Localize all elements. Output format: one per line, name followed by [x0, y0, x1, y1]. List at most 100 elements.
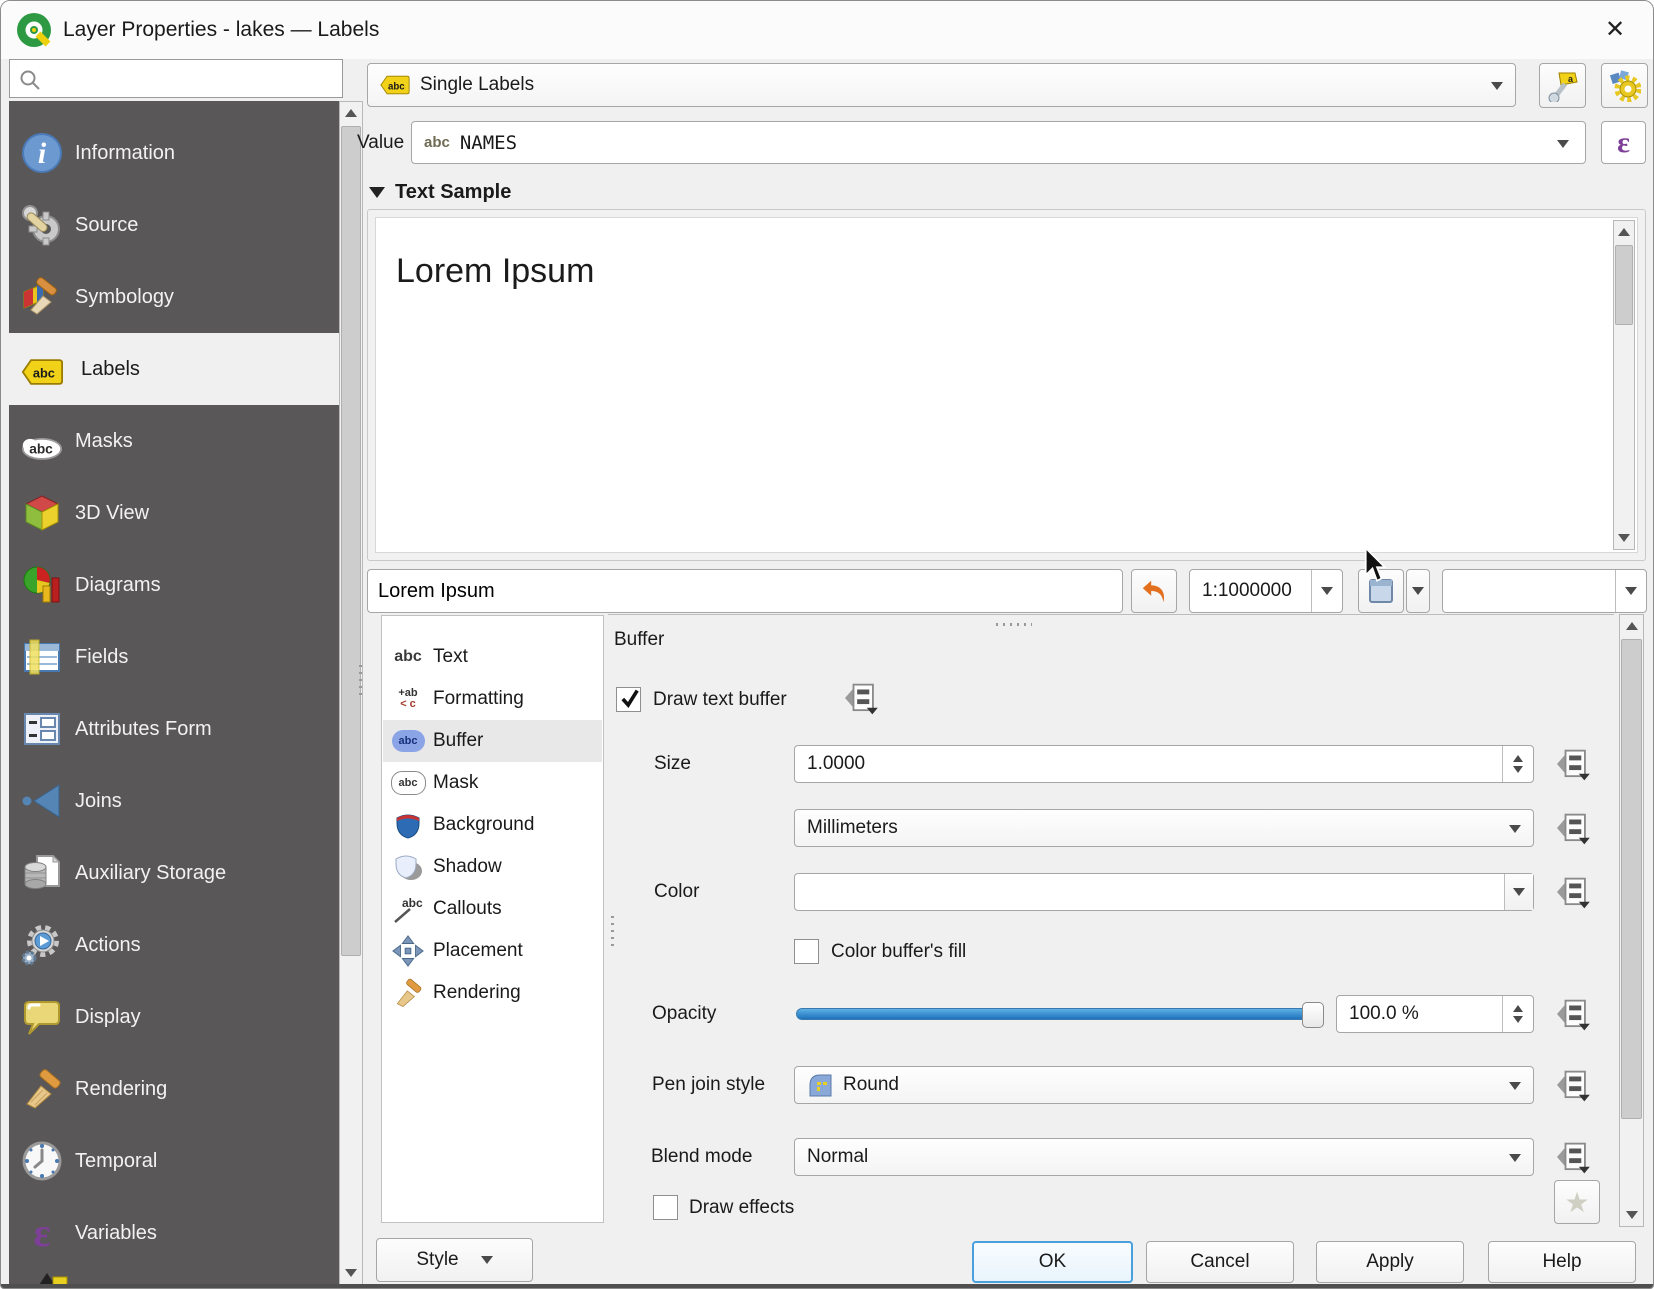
- preview-background-combo[interactable]: [1442, 569, 1647, 613]
- sidebar-item-symbology[interactable]: Symbology: [9, 261, 339, 333]
- single-labels-icon: abc: [380, 75, 410, 95]
- tab-formatting[interactable]: +ab < c Formatting: [383, 678, 602, 720]
- sidebar-item-masks[interactable]: abc Masks: [9, 405, 339, 477]
- text-field-type-icon: abc: [424, 134, 450, 151]
- color-buffers-fill-checkbox[interactable]: [794, 939, 819, 964]
- panel-scroll-down-icon[interactable]: [1620, 1204, 1643, 1226]
- label-settings-button[interactable]: a: [1539, 63, 1586, 108]
- tab-text[interactable]: abc Text: [383, 636, 602, 678]
- sidebar-scrollbar-thumb[interactable]: [341, 126, 361, 956]
- preview-scrollbar-thumb[interactable]: [1615, 245, 1633, 325]
- background-dropdown-section[interactable]: [1615, 570, 1646, 612]
- search-input[interactable]: [44, 62, 338, 95]
- information-icon: i: [22, 133, 62, 173]
- opacity-slider-handle[interactable]: [1302, 1002, 1324, 1028]
- size-units-combo[interactable]: Millimeters: [794, 809, 1534, 847]
- attributes-form-icon: [24, 713, 60, 745]
- data-defined-override-icon[interactable]: [840, 681, 884, 715]
- sidebar-search[interactable]: [9, 59, 343, 98]
- tab-shadow[interactable]: Shadow: [383, 846, 602, 888]
- style-menu-button[interactable]: Style: [376, 1238, 533, 1282]
- ok-button[interactable]: OK: [972, 1241, 1133, 1283]
- apply-button[interactable]: Apply: [1316, 1241, 1464, 1283]
- sidebar-scroll-down-icon[interactable]: [340, 1262, 362, 1284]
- sidebar-item-auxiliary-storage[interactable]: Auxiliary Storage: [9, 837, 339, 909]
- size-spinbox[interactable]: 1.0000: [794, 745, 1534, 783]
- cancel-button[interactable]: Cancel: [1146, 1241, 1294, 1283]
- sidebar-item-temporal[interactable]: Temporal: [9, 1125, 339, 1197]
- splitter-grip-left[interactable]: [359, 661, 362, 695]
- color-buffers-fill-label: Color buffer's fill: [831, 941, 967, 962]
- opacity-spin-buttons[interactable]: [1502, 996, 1533, 1032]
- color-dropdown-section[interactable]: [1504, 874, 1533, 910]
- data-defined-override-icon[interactable]: [1552, 1140, 1596, 1174]
- data-defined-override-icon[interactable]: [1552, 811, 1596, 845]
- sidebar-item-joins[interactable]: Joins: [9, 765, 339, 837]
- help-button[interactable]: Help: [1488, 1241, 1636, 1283]
- data-defined-override-icon[interactable]: [1552, 1068, 1596, 1102]
- sidebar-item-3d-view[interactable]: 3D View: [9, 477, 339, 549]
- blend-mode-combo[interactable]: Normal: [794, 1138, 1534, 1176]
- sidebar-item-source[interactable]: Source: [9, 189, 339, 261]
- sidebar-item-fields[interactable]: Fields: [9, 621, 339, 693]
- pen-join-style-combo[interactable]: Round: [794, 1066, 1534, 1104]
- panel-scrollbar-thumb[interactable]: [1621, 639, 1642, 1119]
- canvas-scale-dropdown-button[interactable]: [1406, 569, 1430, 613]
- label-settings-icon: a: [1548, 72, 1578, 102]
- sidebar-item-display[interactable]: Display: [9, 981, 339, 1053]
- rendering-icon: [26, 1069, 61, 1109]
- data-defined-override-icon[interactable]: [1552, 997, 1596, 1031]
- reset-sample-button[interactable]: [1131, 569, 1177, 613]
- draw-effects-label: Draw effects: [689, 1197, 795, 1218]
- close-icon[interactable]: ✕: [1593, 11, 1637, 49]
- buffer-color-button[interactable]: [794, 873, 1534, 911]
- automated-placement-button[interactable]: [1601, 63, 1648, 108]
- preview-scrollbar[interactable]: [1613, 220, 1635, 550]
- sidebar-item-variables[interactable]: ε Variables: [9, 1197, 339, 1269]
- label-type-combo[interactable]: abc Single Labels: [367, 63, 1516, 107]
- opacity-spinbox[interactable]: 100.0 %: [1336, 995, 1534, 1033]
- tab-mask[interactable]: abc Mask: [383, 762, 602, 804]
- tab-buffer[interactable]: abc Buffer: [383, 720, 602, 762]
- chevron-down-icon: [1509, 1154, 1521, 1162]
- sidebar-item-attributes-form[interactable]: Attributes Form: [9, 693, 339, 765]
- chevron-down-icon: [1321, 587, 1333, 595]
- symbology-icon: [23, 277, 57, 315]
- panel-scrollbar[interactable]: [1619, 614, 1644, 1227]
- checkmark-icon: [621, 689, 639, 708]
- blend-mode-value: Normal: [807, 1146, 869, 1167]
- epsilon-icon: ε: [1617, 125, 1630, 159]
- collapse-triangle-icon[interactable]: [369, 187, 385, 198]
- panel-scroll-up-icon[interactable]: [1620, 615, 1643, 637]
- expression-button[interactable]: ε: [1601, 121, 1646, 164]
- draw-text-buffer-checkbox[interactable]: [616, 687, 641, 712]
- preview-scroll-down-icon[interactable]: [1614, 527, 1634, 549]
- tab-callouts[interactable]: abc Callouts: [383, 888, 602, 930]
- draw-effects-checkbox[interactable]: [653, 1195, 678, 1220]
- pen-join-style-value: Round: [843, 1074, 899, 1095]
- tab-rendering[interactable]: Rendering: [383, 972, 602, 1014]
- sidebar-item-actions[interactable]: Actions: [9, 909, 339, 981]
- tab-background[interactable]: Background: [383, 804, 602, 846]
- opacity-slider[interactable]: [796, 1002, 1324, 1028]
- display-icon: [24, 1001, 60, 1035]
- sidebar-item-labels[interactable]: abc Labels: [9, 333, 339, 405]
- sample-text-input[interactable]: [368, 579, 1122, 603]
- preview-canvas: Lorem Ipsum: [375, 217, 1638, 553]
- data-defined-override-icon[interactable]: [1552, 747, 1596, 781]
- size-spin-buttons[interactable]: [1502, 746, 1533, 782]
- sidebar-item-diagrams[interactable]: Diagrams: [9, 549, 339, 621]
- preview-scale-combo[interactable]: 1:1000000: [1189, 569, 1343, 613]
- sidebar-item-rendering[interactable]: Rendering: [9, 1053, 339, 1125]
- preview-scroll-up-icon[interactable]: [1614, 221, 1634, 243]
- sidebar-item-information[interactable]: i Information: [9, 117, 339, 189]
- scale-dropdown-section[interactable]: [1311, 570, 1342, 612]
- value-combo[interactable]: abc NAMES: [411, 121, 1586, 164]
- sidebar: i Information Source Symbology abc Label…: [9, 101, 339, 1285]
- tab-placement[interactable]: Placement: [383, 930, 602, 972]
- label-type-value: Single Labels: [420, 74, 535, 95]
- customize-effects-button[interactable]: ★: [1554, 1180, 1600, 1224]
- data-defined-override-icon[interactable]: [1552, 875, 1596, 909]
- masks-icon: abc: [21, 437, 63, 460]
- text-sample-section-title: Text Sample: [395, 181, 512, 203]
